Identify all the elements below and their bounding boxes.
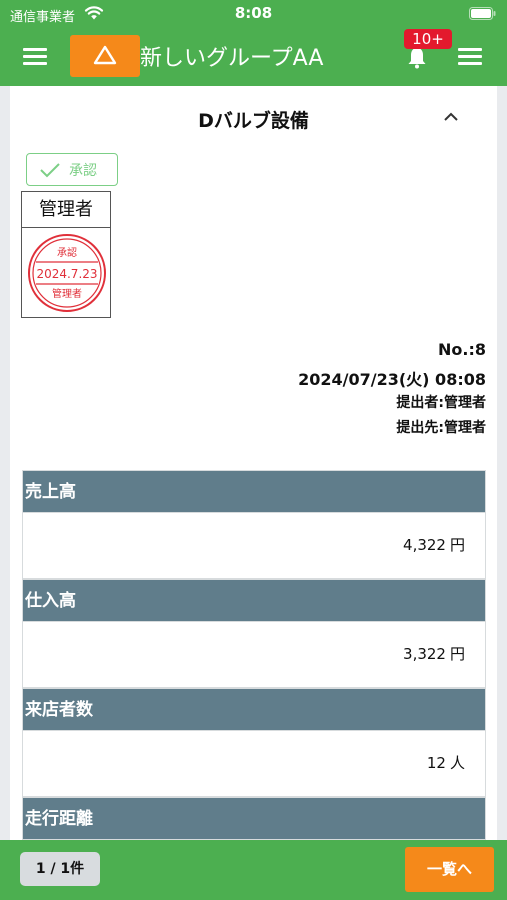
report-card: Dバルブ設備 承認 管理者 承認 2024.7.23 管理者 No.:8 202… — [10, 86, 497, 840]
field-value-row: 3,322 円 — [22, 622, 486, 688]
app-header: 新しいグループAA 10+ — [0, 28, 507, 86]
field-label: 売上高 — [22, 470, 486, 513]
field-value: 12 — [426, 754, 446, 772]
status-bar: 通信事業者 8:08 — [0, 0, 507, 28]
stamp-top: 承認 — [57, 246, 77, 259]
bottom-bar: 1 / 1件 一覧へ — [0, 840, 507, 900]
group-title: 新しいグループAA — [140, 46, 324, 71]
field-label: 走行距離 — [22, 797, 486, 840]
approval-stamp: 承認 2024.7.23 管理者 — [28, 234, 106, 312]
field-unit: 人 — [449, 754, 465, 772]
back-to-list-button[interactable]: 一覧へ — [405, 847, 494, 892]
status-time: 8:08 — [234, 4, 273, 22]
warning-button[interactable] — [70, 35, 140, 77]
report-number: No.:8 — [438, 340, 486, 359]
approver-box: 管理者 承認 2024.7.23 管理者 — [21, 191, 111, 318]
field-unit: 円 — [449, 536, 465, 554]
menu-icon[interactable] — [23, 46, 49, 66]
chevron-up-icon[interactable] — [442, 110, 460, 124]
field-value: 3,322 — [403, 645, 446, 663]
section-title: Dバルブ設備 — [198, 110, 309, 132]
page-count: 1 / 1件 — [20, 852, 100, 886]
approve-label: 承認 — [69, 163, 97, 179]
destination: 提出先:管理者 — [396, 420, 486, 436]
approve-button[interactable]: 承認 — [26, 153, 118, 186]
options-menu-icon[interactable] — [458, 46, 484, 66]
field-label: 仕入高 — [22, 579, 486, 622]
field-value-row: 12 人 — [22, 731, 486, 797]
field-value: 4,322 — [403, 536, 446, 554]
check-icon — [40, 163, 60, 178]
notification-badge: 10+ — [404, 29, 452, 49]
bell-icon[interactable] — [405, 46, 429, 70]
field-list: 売上高 4,322 円 仕入高 3,322 円 来店者数 12 人 走行距離 — [22, 470, 486, 840]
submitter: 提出者:管理者 — [396, 395, 486, 411]
stamp-bottom: 管理者 — [52, 287, 82, 300]
field-value-row: 4,322 円 — [22, 513, 486, 579]
report-datetime: 2024/07/23(火) 08:08 — [298, 370, 486, 389]
field-label: 来店者数 — [22, 688, 486, 731]
field-unit: 円 — [449, 645, 465, 663]
stamp-date: 2024.7.23 — [36, 267, 97, 281]
battery-icon — [469, 7, 496, 20]
approver-role: 管理者 — [22, 192, 110, 228]
warning-icon — [93, 45, 117, 65]
